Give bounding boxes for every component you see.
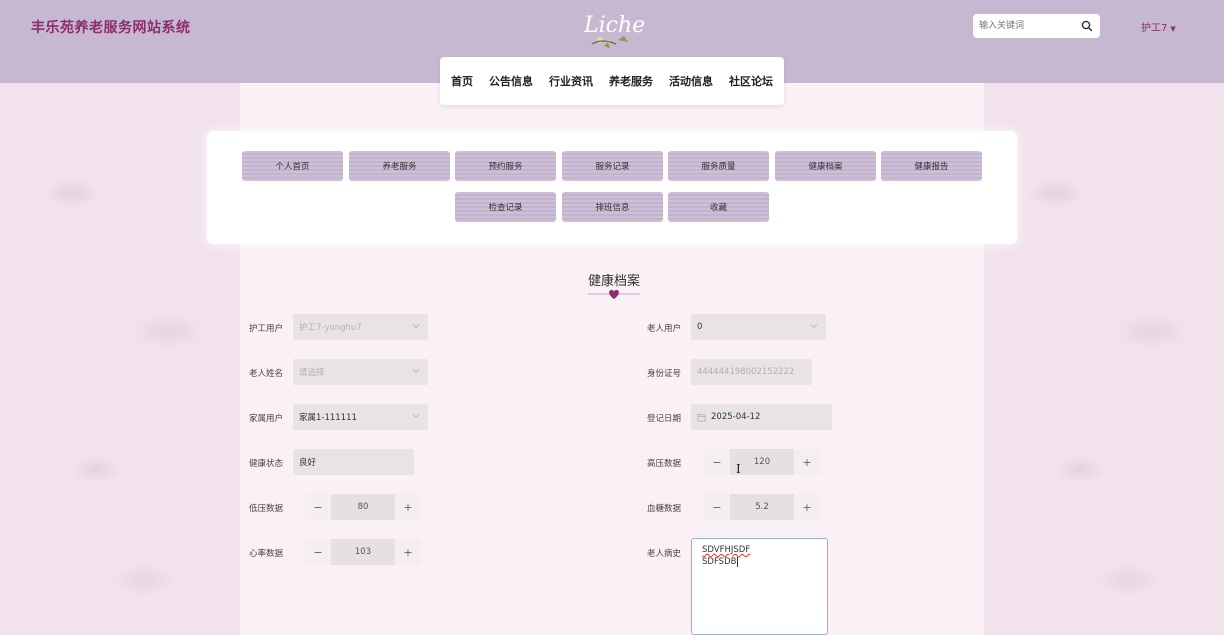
blood-sugar-label: 血糖数据 xyxy=(647,504,682,514)
calendar-icon xyxy=(697,413,706,421)
nurse-user-label: 护工用户 xyxy=(249,324,284,334)
history-line-1: SDVFHJSDF xyxy=(702,545,751,555)
reg-date-label: 登记日期 xyxy=(647,414,682,424)
reg-date-input[interactable]: 2025-04-12 xyxy=(691,404,832,430)
mouse-ibeam-cursor-icon: I xyxy=(736,462,741,476)
family-user-label: 家属用户 xyxy=(249,414,284,424)
history-textarea[interactable]: SDVFHJSDF SDFSDB xyxy=(691,538,828,635)
nav-industry-news[interactable]: 行业资讯 xyxy=(549,73,593,89)
id-number-input[interactable]: 444444198002152222 xyxy=(691,359,812,385)
site-title: 丰乐苑养老服务网站系统 xyxy=(31,20,191,36)
chevron-down-icon xyxy=(810,324,818,329)
menu-booking[interactable]: 预约服务 xyxy=(455,151,556,181)
history-line-2-text: SDFSDB xyxy=(702,557,737,567)
nav-home[interactable]: 首页 xyxy=(451,73,473,89)
chevron-down-icon xyxy=(412,414,420,419)
high-bp-stepper[interactable]: − 120 + xyxy=(704,449,820,475)
heart-rate-stepper[interactable]: − 103 + xyxy=(305,539,421,565)
elder-user-select[interactable]: 0 xyxy=(691,314,826,340)
user-name: 护工7 xyxy=(1141,23,1168,34)
menu-favorites[interactable]: 收藏 xyxy=(668,192,769,222)
health-status-value: 良好 xyxy=(299,458,317,468)
high-bp-decrease-button[interactable]: − xyxy=(704,449,730,475)
blood-sugar-increase-button[interactable]: + xyxy=(794,494,820,520)
heart-rate-value[interactable]: 103 xyxy=(331,539,395,565)
menu-health-archive[interactable]: 健康档案 xyxy=(775,151,876,181)
menu-elderly-service[interactable]: 养老服务 xyxy=(349,151,450,181)
health-status-label: 健康状态 xyxy=(249,459,284,469)
nurse-user-select[interactable]: 护工7-yonghu7 xyxy=(293,314,428,340)
search-box[interactable] xyxy=(973,14,1100,38)
blood-sugar-stepper[interactable]: − 5.2 + xyxy=(704,494,820,520)
nav-elderly-service[interactable]: 养老服务 xyxy=(609,73,653,89)
elder-user-label: 老人用户 xyxy=(647,324,682,334)
menu-service-quality[interactable]: 服务质量 xyxy=(668,151,769,181)
low-bp-value[interactable]: 80 xyxy=(331,494,395,520)
menu-service-records[interactable]: 服务记录 xyxy=(562,151,663,181)
reg-date-value: 2025-04-12 xyxy=(711,412,761,422)
heart-divider-icon xyxy=(588,290,640,299)
family-user-value: 家属1-111111 xyxy=(299,413,357,423)
search-input[interactable] xyxy=(979,18,1075,34)
elder-name-placeholder: 请选择 xyxy=(299,368,325,378)
blood-sugar-value[interactable]: 5.2 xyxy=(730,494,794,520)
family-user-select[interactable]: 家属1-111111 xyxy=(293,404,428,430)
low-bp-stepper[interactable]: − 80 + xyxy=(305,494,421,520)
menu-health-report[interactable]: 健康报告 xyxy=(881,151,982,181)
elder-name-select[interactable]: 请选择 xyxy=(293,359,428,385)
text-caret xyxy=(737,557,739,567)
nav-announcements[interactable]: 公告信息 xyxy=(489,73,533,89)
menu-check-records[interactable]: 检查记录 xyxy=(455,192,556,222)
user-menu[interactable]: 护工7 ▼ xyxy=(1141,19,1176,34)
main-nav: 首页 公告信息 行业资讯 养老服务 活动信息 社区论坛 xyxy=(440,57,784,105)
user-menu-card: 个人首页 养老服务 预约服务 服务记录 服务质量 健康档案 健康报告 检查记录 … xyxy=(207,131,1017,244)
heart-rate-label: 心率数据 xyxy=(249,549,284,559)
heart-rate-decrease-button[interactable]: − xyxy=(305,539,331,565)
nurse-user-value: 护工7-yonghu7 xyxy=(299,323,362,333)
background-left xyxy=(0,83,240,635)
low-bp-label: 低压数据 xyxy=(249,504,284,514)
nav-forum[interactable]: 社区论坛 xyxy=(729,73,773,89)
background-right xyxy=(984,83,1224,635)
logo: Liche xyxy=(583,13,645,48)
low-bp-decrease-button[interactable]: − xyxy=(305,494,331,520)
page-title: 健康档案 xyxy=(587,274,640,289)
health-status-input[interactable]: 良好 xyxy=(293,449,414,475)
blood-sugar-decrease-button[interactable]: − xyxy=(704,494,730,520)
id-number-label: 身份证号 xyxy=(647,369,682,379)
low-bp-increase-button[interactable]: + xyxy=(395,494,421,520)
high-bp-label: 高压数据 xyxy=(647,459,682,469)
high-bp-increase-button[interactable]: + xyxy=(794,449,820,475)
heart-rate-increase-button[interactable]: + xyxy=(395,539,421,565)
chevron-down-icon xyxy=(412,324,420,329)
menu-personal-home[interactable]: 个人首页 xyxy=(242,151,343,181)
history-label: 老人病史 xyxy=(647,549,682,559)
history-line-2: SDFSDB xyxy=(702,556,817,568)
chevron-down-icon xyxy=(412,369,420,374)
elder-user-value: 0 xyxy=(697,322,703,332)
menu-schedule[interactable]: 排班信息 xyxy=(562,192,663,222)
caret-down-icon: ▼ xyxy=(1170,25,1176,33)
search-icon[interactable] xyxy=(1081,20,1093,32)
id-number-value: 444444198002152222 xyxy=(697,367,795,377)
logo-text: Liche xyxy=(583,13,645,38)
elder-name-label: 老人姓名 xyxy=(249,369,284,379)
nav-activities[interactable]: 活动信息 xyxy=(669,73,713,89)
